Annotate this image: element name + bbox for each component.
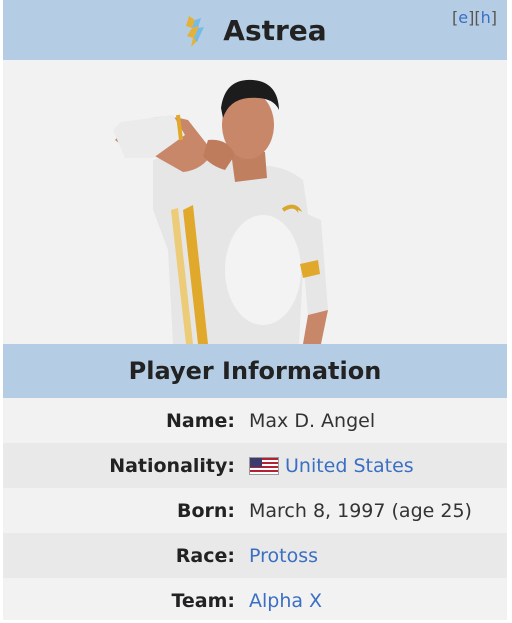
player-photo-illustration — [113, 79, 328, 344]
info-row-name: Name: Max D. Angel — [3, 398, 507, 443]
info-row-born: Born: March 8, 1997 (age 25) — [3, 488, 507, 533]
born-value: March 8, 1997 (age 25) — [249, 499, 472, 522]
info-row-team: Team: Alpha X — [3, 578, 507, 623]
born-label: Born: — [176, 499, 235, 522]
player-photo — [3, 60, 507, 344]
edit-link[interactable]: e — [458, 8, 468, 27]
protoss-icon — [186, 16, 205, 47]
nationality-label: Nationality: — [109, 454, 235, 477]
name-value: Max D. Angel — [249, 409, 376, 432]
info-row-race: Race: Protoss — [3, 533, 507, 578]
us-flag-icon — [249, 456, 279, 475]
nationality-link[interactable]: United States — [285, 455, 414, 477]
edit-links: [e][h] — [452, 8, 497, 27]
infobox-header: Astrea [e][h] — [3, 0, 507, 60]
team-label: Team: — [171, 589, 235, 612]
name-label: Name: — [165, 409, 235, 432]
nationality-value: United States — [249, 455, 414, 477]
player-information-header: Player Information — [3, 344, 507, 398]
race-label: Race: — [175, 544, 235, 567]
player-title: Astrea — [223, 13, 327, 47]
player-infobox: Astrea [e][h] Player Information Name: M… — [3, 0, 507, 620]
info-row-nationality: Nationality: United States — [3, 443, 507, 488]
team-link[interactable]: Alpha X — [249, 590, 322, 612]
race-link[interactable]: Protoss — [249, 545, 318, 567]
history-link[interactable]: h — [481, 8, 491, 27]
